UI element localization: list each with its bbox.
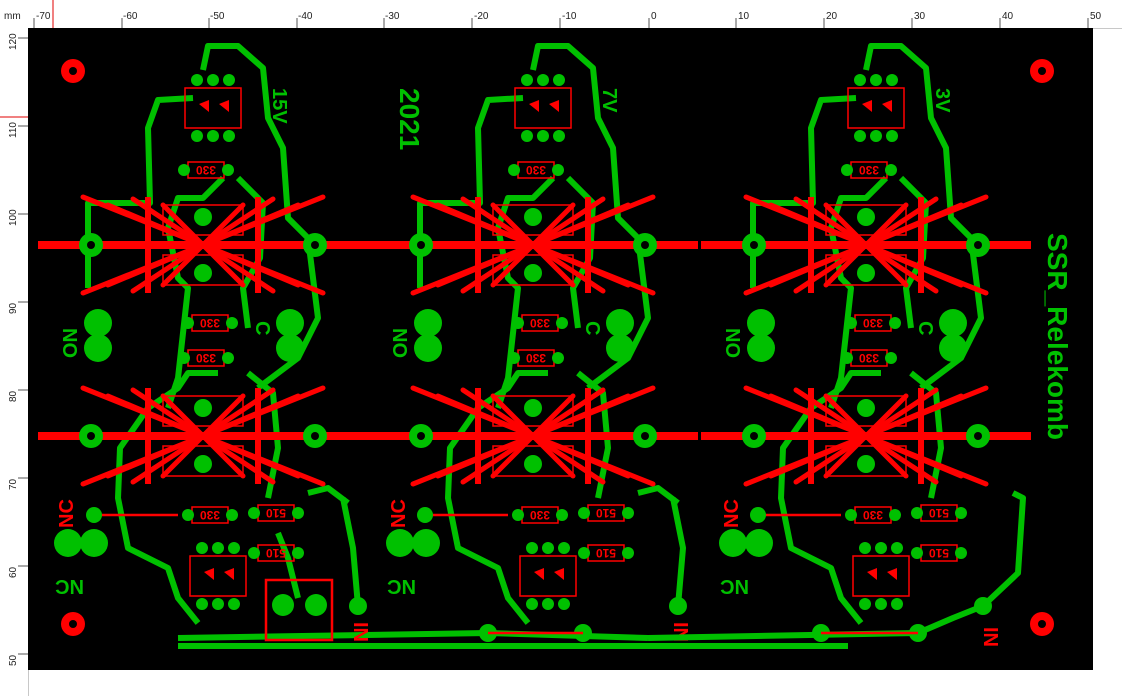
ruler-left-label: 50 [8,654,19,666]
in-label: IN [979,627,1001,647]
ruler-left-ticks: 120 110 100 90 80 70 60 50 [0,33,28,666]
nc-label-bottom: NC [55,575,84,597]
resistor-label: 330 [526,163,546,177]
ruler-left-label: 80 [8,390,19,402]
ruler-left-label: 110 [8,122,19,138]
ruler-left-label: 120 [8,33,19,50]
nc-label-bottom: NC [720,575,749,597]
no-label: NO [721,328,743,358]
mounting-holes [61,59,1054,636]
resistor-label: 330 [863,316,883,330]
resistor-label: 330 [200,316,220,330]
c-label: C [914,321,936,335]
channel-3: 330 330 330 330 510 510 3V NC NC NO C IN [647,43,1031,647]
c-label: C [581,321,603,335]
resistor-label: 330 [863,508,883,522]
voltage-label: 7V [598,88,620,113]
resistor-label: 330 [530,316,550,330]
ruler-left-label: 100 [8,209,19,226]
nc-label-bottom: NC [387,575,416,597]
resistor-label: 510 [929,506,949,520]
c-label: C [251,321,273,335]
voltage-label: 3V [931,88,953,113]
resistor-label: 510 [596,506,616,520]
nc-label-top: NC [388,499,410,528]
voltage-label: 15V [268,88,290,124]
nc-label-top: NC [721,499,743,528]
resistor-label: 510 [929,546,949,560]
ruler-top-ticks [33,0,1089,28]
no-label: NO [58,328,80,358]
ruler-top: mm -70 -60 -50 -40 -30 -20 -10 0 10 20 3… [0,0,1122,29]
ruler-left-label: 90 [8,302,19,314]
resistor-label: 510 [266,506,286,520]
ruler-left: 120 110 100 90 80 70 60 50 [0,28,29,696]
nc-label-top: NC [56,499,78,528]
pcb-canvas[interactable]: 330 330 330 330 510 510 15V NC NC NO C I… [28,28,1093,670]
resistor-label: 510 [266,546,286,560]
resistor-label: 330 [196,163,216,177]
ruler-left-label: 70 [8,478,19,490]
no-label: NO [388,328,410,358]
in-label: IN [349,622,371,642]
year-label: 2021 [394,88,425,150]
ruler-left-label: 60 [8,566,19,578]
resistor-label: 330 [530,508,550,522]
resistor-label: 330 [196,351,216,365]
resistor-label: 330 [859,163,879,177]
resistor-label: 510 [596,546,616,560]
resistor-label: 330 [200,508,220,522]
resistor-label: 330 [859,351,879,365]
board-title: SSR_Relekomb [1042,233,1073,440]
resistor-label: 330 [526,351,546,365]
